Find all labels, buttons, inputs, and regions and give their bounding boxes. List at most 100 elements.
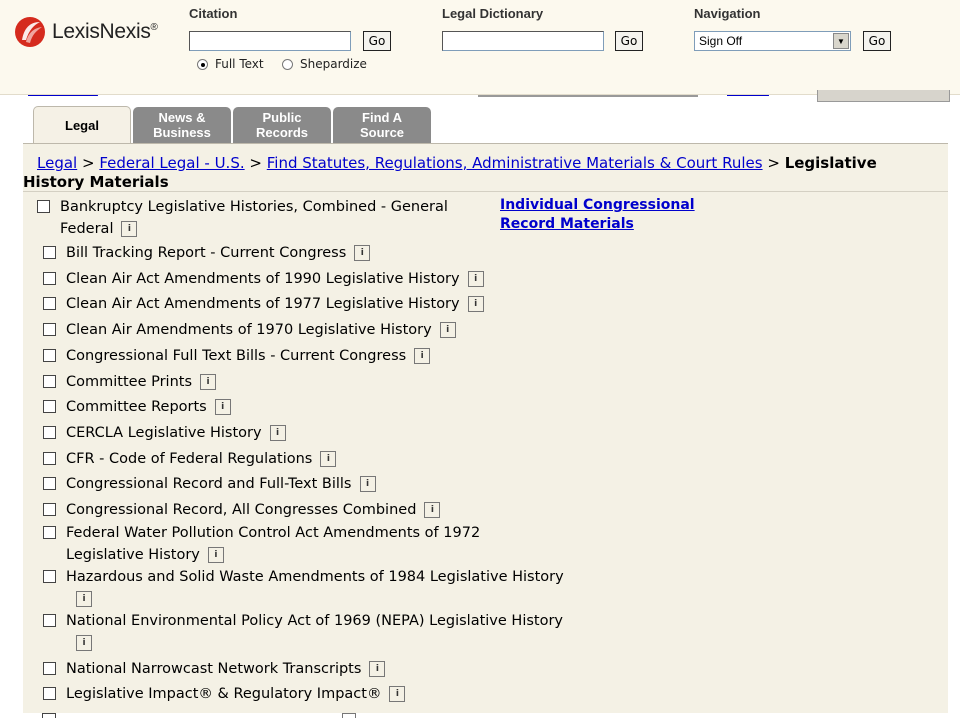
logo-text: LexisNexis® bbox=[52, 20, 158, 43]
info-icon[interactable]: i bbox=[214, 399, 231, 415]
source-label[interactable]: Committee Prints bbox=[66, 374, 192, 390]
content-panel: Legal > Federal Legal - U.S. > Find Stat… bbox=[23, 143, 948, 720]
lexisnexis-logo[interactable]: LexisNexis® bbox=[14, 16, 158, 48]
source-label[interactable]: Committee Reports bbox=[66, 399, 207, 415]
info-icon[interactable]: i bbox=[76, 591, 92, 607]
info-icon[interactable]: i bbox=[207, 547, 224, 563]
navigation-selected-value: Sign Off bbox=[699, 34, 743, 48]
source-checkbox[interactable] bbox=[43, 526, 56, 539]
source-label[interactable]: Congressional Full Text Bills - Current … bbox=[66, 348, 406, 364]
source-checkbox[interactable] bbox=[43, 246, 56, 259]
source-checkbox[interactable] bbox=[43, 272, 56, 285]
source-label[interactable]: Congressional Record and Full-Text Bills bbox=[66, 476, 352, 492]
source-item: Bill Tracking Report - Current Congress i bbox=[43, 242, 603, 264]
source-label[interactable]: CFR - Code of Federal Regulations bbox=[66, 451, 312, 467]
info-icon[interactable]: i bbox=[320, 451, 337, 467]
source-checkbox[interactable] bbox=[43, 375, 56, 388]
source-label[interactable]: Clean Air Act Amendments of 1977 Legisla… bbox=[66, 296, 460, 312]
source-item: Clean Air Act Amendments of 1990 Legisla… bbox=[43, 268, 603, 290]
radio-shepardize[interactable]: Shepardize bbox=[282, 57, 367, 71]
cropped-button[interactable] bbox=[817, 90, 950, 102]
citation-label: Citation bbox=[189, 6, 238, 21]
source-label[interactable]: Legislative Impact® & Regulatory Impact® bbox=[66, 686, 381, 702]
breadcrumb-separator: > bbox=[767, 154, 780, 172]
source-item: Committee Prints i bbox=[43, 371, 603, 393]
source-item: CERCLA Legislative History i bbox=[43, 422, 603, 444]
source-checkbox[interactable] bbox=[43, 426, 56, 439]
individual-congressional-record-link[interactable]: Individual Congressional Record Material… bbox=[500, 196, 720, 234]
source-checkbox[interactable] bbox=[43, 323, 56, 336]
source-label[interactable]: Clean Air Act Amendments of 1990 Legisla… bbox=[66, 271, 460, 287]
info-icon[interactable]: i bbox=[439, 322, 456, 338]
breadcrumb: Legal > Federal Legal - U.S. > Find Stat… bbox=[23, 154, 928, 192]
info-icon[interactable]: i bbox=[354, 245, 371, 261]
info-icon[interactable] bbox=[342, 713, 356, 718]
cropped-link-right[interactable] bbox=[727, 89, 797, 97]
info-icon[interactable]: i bbox=[121, 221, 138, 237]
source-item: National Environmental Policy Act of 196… bbox=[43, 610, 603, 654]
citation-go-button[interactable]: Go bbox=[363, 31, 391, 51]
divider bbox=[23, 191, 948, 192]
source-checkbox[interactable] bbox=[37, 200, 50, 213]
source-item: Clean Air Act Amendments of 1977 Legisla… bbox=[43, 293, 603, 315]
tab-legal[interactable]: Legal bbox=[33, 106, 131, 143]
tab-find-a-source[interactable]: Find A Source bbox=[333, 107, 431, 143]
source-checkbox[interactable] bbox=[43, 687, 56, 700]
breadcrumb-link-find-statutes[interactable]: Find Statutes, Regulations, Administrati… bbox=[267, 154, 763, 172]
source-label[interactable]: Federal Water Pollution Control Act Amen… bbox=[66, 525, 480, 563]
info-icon[interactable]: i bbox=[359, 476, 376, 492]
dictionary-go-button[interactable]: Go bbox=[615, 31, 643, 51]
source-label[interactable]: Congressional Record, All Congresses Com… bbox=[66, 502, 416, 518]
info-icon[interactable]: i bbox=[467, 296, 484, 312]
info-icon[interactable]: i bbox=[269, 425, 286, 441]
tab-public-records[interactable]: Public Records bbox=[233, 107, 331, 143]
source-label[interactable]: CERCLA Legislative History bbox=[66, 425, 262, 441]
info-icon[interactable]: i bbox=[200, 374, 217, 390]
info-icon[interactable]: i bbox=[389, 686, 406, 702]
source-label[interactable]: National Environmental Policy Act of 196… bbox=[66, 613, 563, 629]
info-icon[interactable]: i bbox=[76, 635, 92, 651]
source-checkbox[interactable] bbox=[43, 570, 56, 583]
source-checkbox[interactable] bbox=[43, 400, 56, 413]
source-item: Congressional Record, All Congresses Com… bbox=[43, 499, 603, 521]
radio-shepardize-label: Shepardize bbox=[300, 57, 367, 71]
source-label[interactable]: Bill Tracking Report - Current Congress bbox=[66, 245, 346, 261]
radio-full-text-label: Full Text bbox=[215, 57, 264, 71]
info-icon[interactable]: i bbox=[369, 661, 386, 677]
source-label[interactable]: Clean Air Amendments of 1970 Legislative… bbox=[66, 322, 432, 338]
info-icon[interactable]: i bbox=[424, 502, 441, 518]
source-checkbox[interactable] bbox=[43, 477, 56, 490]
source-item: Federal Water Pollution Control Act Amen… bbox=[43, 522, 558, 566]
tab-news-business[interactable]: News & Business bbox=[133, 107, 231, 143]
navigation-select[interactable]: Sign Off ▼ bbox=[694, 31, 851, 51]
info-icon[interactable]: i bbox=[414, 348, 431, 364]
radio-full-text[interactable]: Full Text bbox=[197, 57, 264, 71]
source-checkbox[interactable] bbox=[43, 503, 56, 516]
navigation-go-button[interactable]: Go bbox=[863, 31, 891, 51]
source-item: Congressional Full Text Bills - Current … bbox=[43, 345, 603, 367]
source-checkbox[interactable] bbox=[43, 662, 56, 675]
source-checkbox[interactable] bbox=[43, 452, 56, 465]
top-header: LexisNexis® Citation Go Full Text Shepar… bbox=[0, 0, 960, 95]
cropped-link[interactable] bbox=[28, 89, 98, 97]
breadcrumb-link-federal-legal[interactable]: Federal Legal - U.S. bbox=[99, 154, 244, 172]
source-item: Bankruptcy Legislative Histories, Combin… bbox=[37, 196, 457, 240]
radio-unselected-icon bbox=[282, 58, 293, 70]
citation-input[interactable] bbox=[189, 31, 351, 51]
source-checkbox[interactable] bbox=[43, 297, 56, 310]
source-item: Legislative Impact® & Regulatory Impact®… bbox=[43, 683, 603, 705]
checkbox[interactable] bbox=[42, 713, 56, 718]
source-checkbox[interactable] bbox=[43, 349, 56, 362]
source-label[interactable]: Hazardous and Solid Waste Amendments of … bbox=[66, 569, 564, 585]
dictionary-label: Legal Dictionary bbox=[442, 6, 544, 21]
source-label[interactable]: National Narrowcast Network Transcripts bbox=[66, 661, 361, 677]
lexisnexis-logo-icon bbox=[14, 16, 46, 48]
source-item: Committee Reports i bbox=[43, 396, 603, 418]
dictionary-input[interactable] bbox=[442, 31, 604, 51]
info-icon[interactable]: i bbox=[467, 271, 484, 287]
chevron-down-icon[interactable]: ▼ bbox=[833, 33, 849, 49]
source-checkbox[interactable] bbox=[43, 614, 56, 627]
source-label[interactable]: Bankruptcy Legislative Histories, Combin… bbox=[60, 199, 448, 237]
source-item: CFR - Code of Federal Regulations i bbox=[43, 448, 603, 470]
breadcrumb-link-legal[interactable]: Legal bbox=[37, 154, 77, 172]
